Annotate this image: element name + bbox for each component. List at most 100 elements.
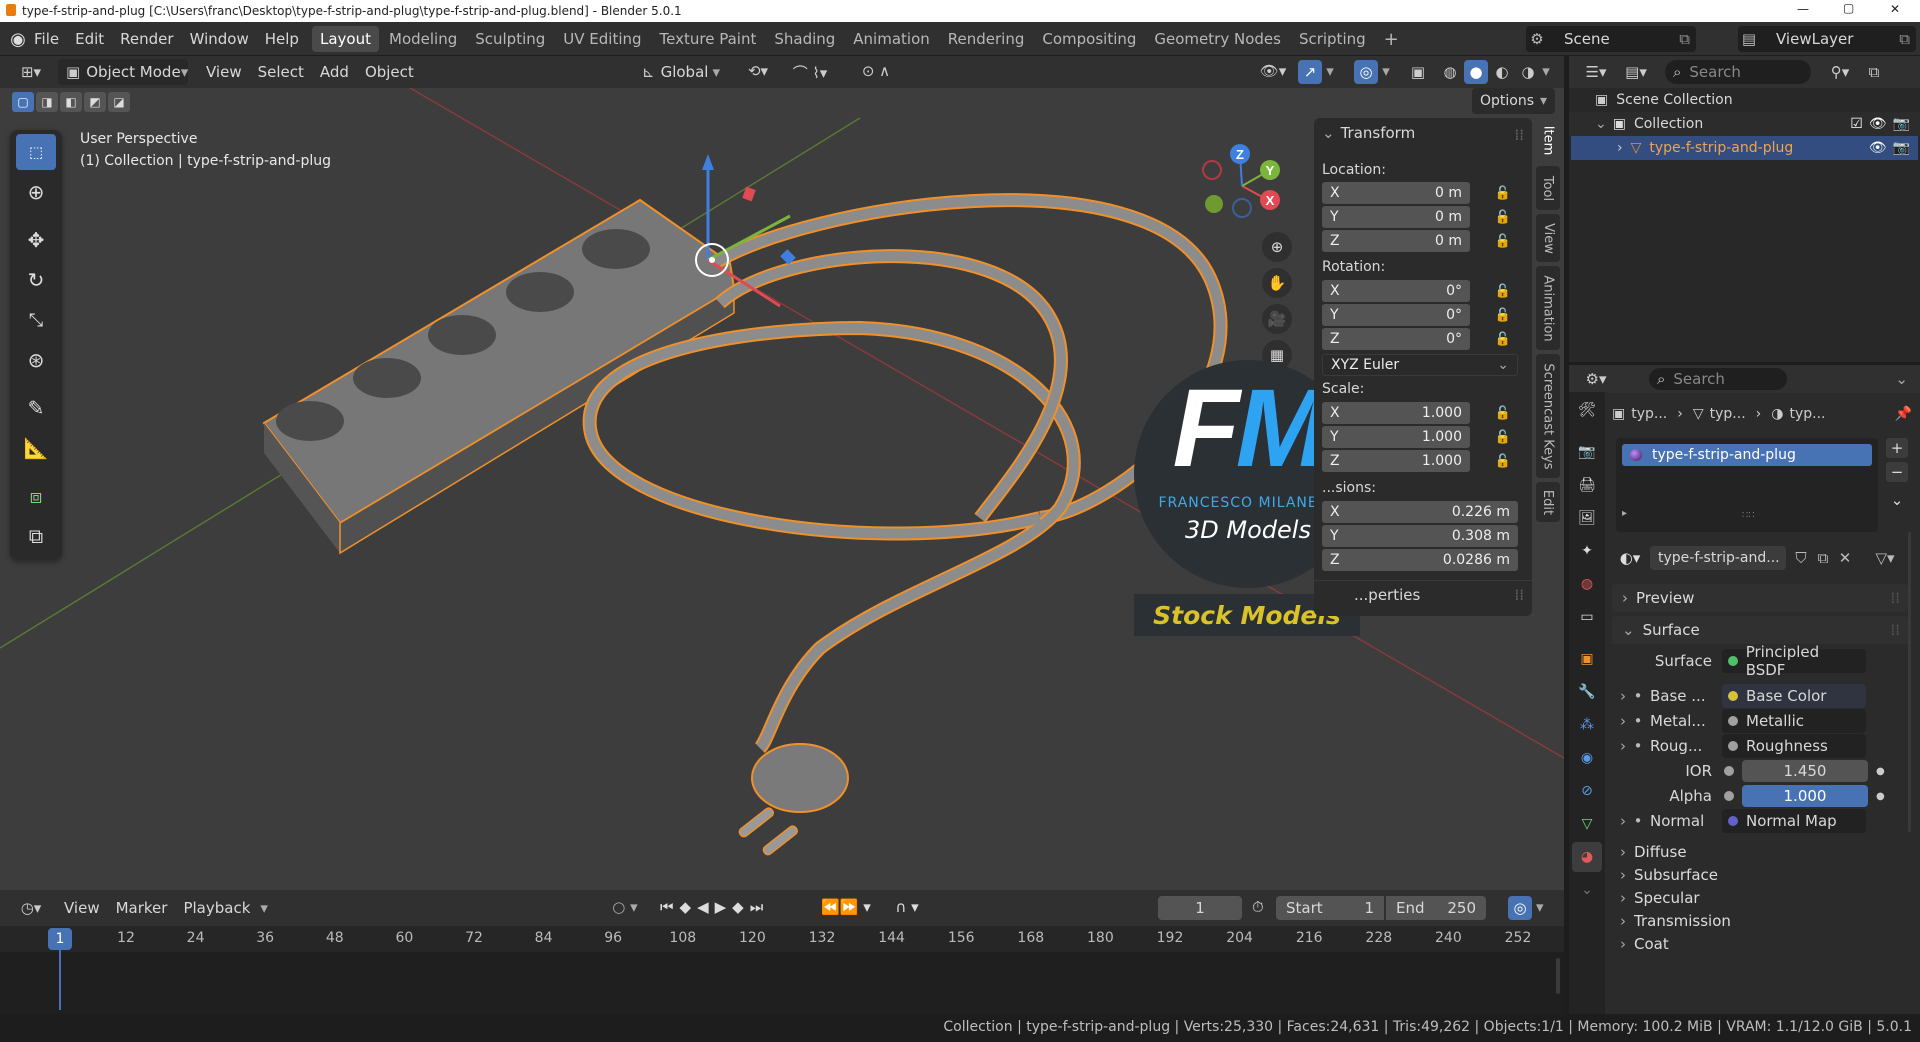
tab-texture-paint[interactable]: Texture Paint [652, 26, 765, 52]
menu-help[interactable]: Help [257, 26, 307, 52]
drag-handle-icon[interactable]: ⁞⁞ [1890, 589, 1900, 607]
timeline-overlay-icon[interactable]: ◎ [1508, 896, 1532, 920]
eye-icon[interactable]: 👁 [1869, 116, 1887, 132]
drag-handle-icon[interactable]: ⁞⁞ [1890, 621, 1900, 639]
prev-keyframe-icon[interactable]: ◆ [680, 898, 692, 916]
viewport-menu-add[interactable]: Add [312, 59, 357, 85]
tab-geometry-nodes[interactable]: Geometry Nodes [1146, 26, 1289, 52]
chevron-right-icon[interactable]: › [1612, 712, 1630, 730]
input-value-field[interactable]: Base Color [1722, 684, 1866, 708]
pan-hand-icon[interactable]: ✋ [1262, 268, 1292, 298]
rotation-mode-select[interactable]: XYZ Euler ⌄ [1322, 354, 1518, 376]
location-x-field[interactable]: X0 m [1322, 182, 1470, 204]
tab-compositing[interactable]: Compositing [1034, 26, 1144, 52]
auto-keying-icon[interactable]: ∩ ▾ [890, 898, 924, 916]
chevron-down-icon[interactable]: ⌄ [1886, 490, 1908, 510]
menu-file[interactable]: File [26, 26, 67, 52]
menu-edit[interactable]: Edit [67, 26, 112, 52]
pivot-point-icon[interactable]: ⟲▾ [740, 62, 776, 80]
camera-icon[interactable]: 📷 [1893, 140, 1910, 156]
pin-icon[interactable]: 📌 [1895, 406, 1912, 422]
select-extend-icon[interactable]: ◨ [36, 92, 58, 112]
preview-section-header[interactable]: › Preview ⁞⁞ [1612, 584, 1908, 612]
constraints-tab-icon[interactable]: ⊘ [1572, 776, 1602, 806]
snap-icon[interactable]: ⌒ ⌇▾ [782, 62, 838, 83]
chevron-down-icon[interactable]: ⌄ [1895, 370, 1908, 388]
scene-selector[interactable]: ⚙ Scene ⧉ [1526, 26, 1696, 52]
add-workspace-icon[interactable]: + [1376, 26, 1407, 52]
modifier-tab-icon[interactable]: 🔧 [1572, 677, 1602, 707]
editor-type-icon[interactable]: ◷▾ [14, 896, 48, 920]
material-slot-item[interactable]: type-f-strip-and-plug [1622, 444, 1872, 466]
location-y-field[interactable]: Y0 m [1322, 206, 1470, 228]
lock-icon[interactable]: 🔓 [1494, 404, 1512, 422]
camera-view-icon[interactable]: 🎥 [1262, 304, 1292, 334]
view-layer-tab-icon[interactable]: 🖼 [1572, 503, 1602, 533]
solid-shading-icon[interactable]: ● [1464, 60, 1488, 84]
next-keyframe-icon[interactable]: ◆ [732, 898, 744, 916]
chevron-right-icon[interactable]: › [1612, 737, 1630, 755]
annotate-tool-icon[interactable]: ✎ [16, 390, 56, 426]
tab-rendering[interactable]: Rendering [940, 26, 1033, 52]
outliner-row-scene-collection[interactable]: ▣ Scene Collection [1569, 88, 1920, 112]
jump-end-icon[interactable]: ⏭ [750, 898, 764, 916]
resize-handle-icon[interactable]: ∷∷ [1742, 510, 1755, 521]
material-browse-icon[interactable]: ◐▾ [1616, 549, 1644, 567]
select-invert-icon[interactable]: ◩ [84, 92, 106, 112]
rotate-tool-icon[interactable]: ↻ [16, 262, 56, 298]
options-button[interactable]: Options ▾ [1472, 88, 1556, 114]
add-slot-icon[interactable]: + [1886, 438, 1908, 458]
tab-sculpting[interactable]: Sculpting [467, 26, 553, 52]
subsection-subsurface[interactable]: › Subsurface [1612, 863, 1908, 886]
transform-panel-header[interactable]: ⌄ Transform [1322, 124, 1415, 142]
material-shading-icon[interactable]: ◐ [1490, 60, 1514, 84]
data-tab-icon[interactable]: ▽ [1572, 809, 1602, 839]
duplicate-material-icon[interactable]: ⧉ [1812, 549, 1834, 567]
outliner-row-collection[interactable]: ⌄ ▣ Collection ☑ 👁 📷 [1569, 112, 1920, 136]
chevron-down-icon[interactable]: ⌄ [1595, 116, 1607, 132]
display-mode-icon[interactable]: ▤▾ [1619, 63, 1653, 81]
zoom-icon[interactable]: ⊕ [1262, 232, 1292, 262]
rotation-y-field[interactable]: Y 0° [1322, 304, 1470, 326]
new-viewlayer-icon[interactable]: ⧉ [1899, 30, 1910, 48]
timeline-menu-view[interactable]: View [56, 895, 108, 921]
scene-tab-icon[interactable]: ✦ [1572, 536, 1602, 566]
world-tab-icon[interactable]: ◍ [1572, 569, 1602, 599]
output-tab-icon[interactable]: 🖨 [1572, 470, 1602, 500]
surface-section-header[interactable]: ⌄ Surface ⁞⁞ [1612, 616, 1908, 644]
timeline-menu-playback[interactable]: Playback [175, 895, 258, 921]
rendered-shading-icon[interactable]: ◑ [1516, 60, 1540, 84]
sidebar-tab-item[interactable]: Item [1536, 118, 1560, 162]
add-cube-tool-icon[interactable]: ⧈ [16, 478, 56, 514]
move-tool-icon[interactable]: ✥ [16, 222, 56, 258]
location-z-field[interactable]: Z0 m [1322, 230, 1470, 252]
drag-handle-icon[interactable]: ⁞⁞ [1514, 126, 1524, 144]
viewport-menu-object[interactable]: Object [357, 59, 422, 85]
camera-icon[interactable]: 📷 [1893, 116, 1910, 132]
maximize-button[interactable]: ▢ [1843, 1, 1854, 15]
minimize-button[interactable]: — [1797, 2, 1809, 16]
tab-uv-editing[interactable]: UV Editing [555, 26, 649, 52]
gizmo-toggle-icon[interactable]: ↗ [1298, 60, 1322, 84]
scale-y-field[interactable]: Y 1.000 [1322, 426, 1470, 448]
play-icon[interactable]: ▶ [715, 898, 727, 916]
viewport-menu-select[interactable]: Select [250, 59, 312, 85]
lock-icon[interactable]: 🔓 [1494, 282, 1512, 300]
scale-tool-icon[interactable]: ⤡ [16, 302, 56, 338]
input-value-field[interactable]: Metallic [1722, 709, 1866, 733]
physics-tab-icon[interactable]: ◉ [1572, 743, 1602, 773]
xray-toggle-icon[interactable]: ▣ [1406, 60, 1430, 84]
cursor-tool-icon[interactable]: ⊕ [16, 174, 56, 210]
material-tab-icon[interactable]: ◕ [1572, 842, 1602, 872]
input-value-field[interactable]: Normal Map [1722, 809, 1866, 833]
input-value-field[interactable]: Roughness [1722, 734, 1866, 758]
properties-search[interactable]: ⌕ Search [1649, 368, 1787, 390]
tab-shading[interactable]: Shading [766, 26, 843, 52]
properties-scrollbar[interactable] [1908, 532, 1911, 832]
timeline-ruler[interactable]: 12 24 36 48 60 72 84 96 108 120 132 144 156 168 180 192… [0, 926, 1564, 952]
jump-start-icon[interactable]: ⏮ [660, 898, 674, 916]
editor-type-icon[interactable]: ⊞▾ [14, 60, 48, 84]
transform-tool-icon[interactable]: ⊛ [16, 342, 56, 378]
lock-icon[interactable]: 🔓 [1494, 232, 1512, 250]
particles-tab-icon[interactable]: ⁂ [1572, 710, 1602, 740]
